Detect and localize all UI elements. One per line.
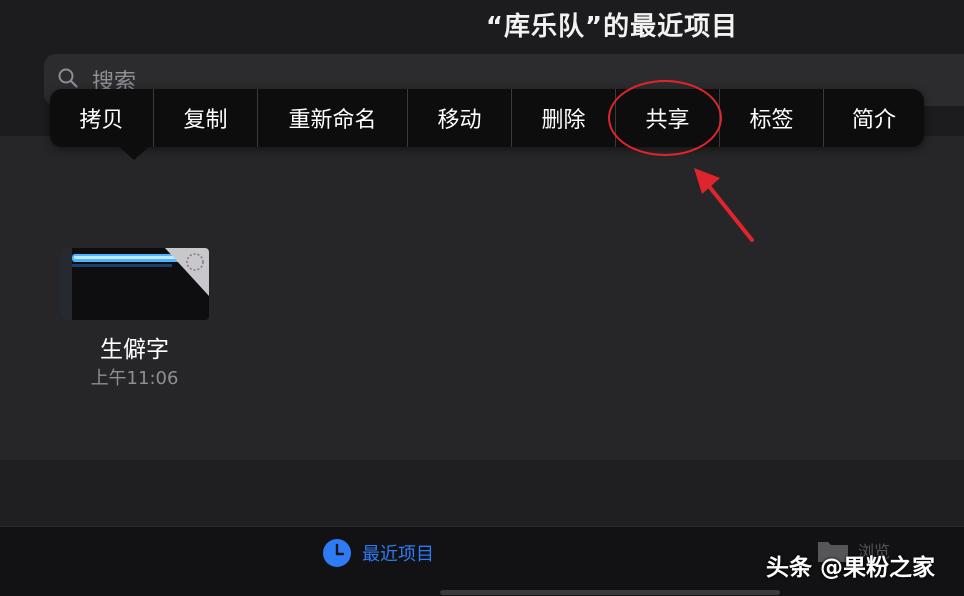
menu-item-rename[interactable]: 重新命名 xyxy=(258,89,408,147)
file-name: 生僻字 xyxy=(100,337,169,363)
file-time: 上午11:06 xyxy=(90,368,179,389)
home-indicator xyxy=(440,590,780,595)
search-icon xyxy=(58,68,78,88)
menu-item-move[interactable]: 移动 xyxy=(408,89,512,147)
empty-area xyxy=(0,460,964,526)
menu-pointer xyxy=(118,146,150,160)
file-thumbnail[interactable] xyxy=(60,248,209,320)
menu-item-copy[interactable]: 拷贝 xyxy=(50,89,154,147)
tab-recent[interactable]: 最近项目 xyxy=(322,538,434,568)
clock-icon xyxy=(323,539,351,567)
context-menu: 拷贝 复制 重新命名 移动 删除 共享 标签 简介 xyxy=(50,89,924,147)
highlight-circle xyxy=(608,80,722,156)
watermark: 头条 @果粉之家 xyxy=(766,555,936,581)
project-thumbnail-icon xyxy=(60,248,209,320)
page-title: “库乐队”的最近项目 xyxy=(485,12,739,42)
arrow-icon xyxy=(694,168,754,242)
menu-item-delete[interactable]: 删除 xyxy=(512,89,616,147)
menu-item-duplicate[interactable]: 复制 xyxy=(154,89,258,147)
menu-item-tags[interactable]: 标签 xyxy=(720,89,824,147)
tab-recent-label: 最近项目 xyxy=(362,544,434,565)
menu-item-info[interactable]: 简介 xyxy=(824,89,924,147)
